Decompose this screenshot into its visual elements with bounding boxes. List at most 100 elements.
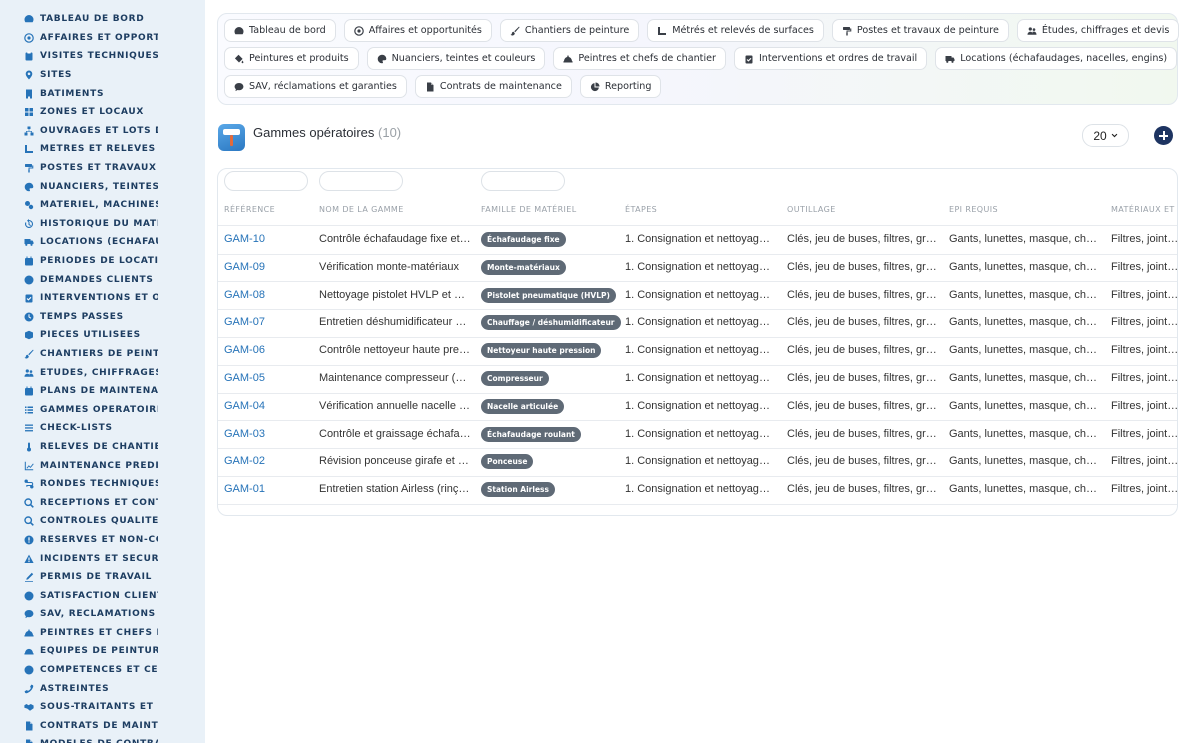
column-header[interactable]: OUTILLAGE [787,205,836,214]
clipboard-icon [24,51,34,61]
sidebar-item[interactable]: RONDES TECHNIQUES [0,475,205,494]
sidebar-item[interactable]: RÉSERVES ET NON-CONF [0,531,205,550]
sidebar-item[interactable]: DEMANDES CLIENTS ET I [0,270,205,289]
sidebar-item[interactable]: SITES [0,66,205,85]
sidebar-item[interactable]: VISITES TECHNIQUES ET [0,47,205,66]
family-badge: Nettoyeur haute pression [481,343,602,359]
table-cell: Entretien déshumidificateur d… [319,316,471,329]
sidebar-item-label: ASTREINTES [40,683,110,694]
sidebar-item[interactable]: SAV, RÉCLAMATIONS ET G [0,605,205,624]
sidebar-item[interactable]: OUVRAGES ET LOTS DE T [0,122,205,141]
module-tab[interactable]: Peintres et chefs de chantier [553,47,726,70]
column-header[interactable]: RÉFÉRENCE [224,205,275,214]
reference-link[interactable]: GAM-02 [224,455,304,467]
sidebar-item[interactable]: CHANTIERS DE PEINTURI [0,345,205,364]
sidebar-item[interactable]: CONTRATS DE MAINTENA [0,717,205,736]
module-tab[interactable]: Peintures et produits [224,47,359,70]
module-tab[interactable]: Interventions et ordres de travail [733,47,928,70]
sidebar-item[interactable]: PLANS DE MAINTENANCE [0,382,205,401]
table-row[interactable]: GAM-01 Entretien station Airless (rinça… S… [218,476,1177,504]
module-tab[interactable]: SAV, réclamations et garanties [224,75,407,98]
reference-link[interactable]: GAM-09 [224,261,304,273]
table-row[interactable]: GAM-04 Vérification annuelle nacelle … Nac… [218,393,1177,421]
sidebar-item[interactable]: PERMIS DE TRAVAIL [0,568,205,587]
table-cell: Filtres, joints, b [1111,455,1178,468]
sidebar-item[interactable]: MÉTRÉS ET RELEVÉS DE [0,140,205,159]
sidebar-item[interactable]: AFFAIRES ET OPPORTUNITÉS [0,29,205,48]
sidebar-item[interactable]: PIÈCES UTILISÉES [0,326,205,345]
reference-link[interactable]: GAM-05 [224,372,304,384]
reference-link[interactable]: GAM-10 [224,233,304,245]
module-tab-label: Chantiers de peinture [524,25,630,36]
sidebar-item[interactable]: INCIDENTS ET SÉCURITÉ [0,549,205,568]
sidebar-item[interactable]: ÉQUIPES DE PEINTURE [0,642,205,661]
reference-link[interactable]: GAM-08 [224,289,304,301]
filter-reference-input[interactable] [224,171,308,191]
add-record-button[interactable] [1154,126,1173,145]
table-row[interactable]: GAM-02 Révision ponceuse girafe et a… Ponc… [218,448,1178,476]
sidebar-item[interactable]: CONTRÔLES QUALITÉ ET [0,512,205,531]
module-tab[interactable]: Reporting [579,75,662,98]
table-cell: Gants, lunettes, masque, cha… [949,260,1101,273]
reference-link[interactable]: GAM-03 [224,428,304,440]
module-tab[interactable]: Affaires et opportunités [343,19,492,42]
module-tab[interactable]: Métrés et relevés de surfaces [647,19,824,42]
column-header[interactable]: NOM DE LA GAMME [319,205,404,214]
sidebar-item[interactable]: ZONES ET LOCAUX [0,103,205,122]
module-tab[interactable]: Postes et travaux de peinture [831,19,1009,42]
sidebar-item[interactable]: INTERVENTIONS ET ORDI [0,289,205,308]
module-tab[interactable]: Nuanciers, teintes et couleurs [366,47,546,70]
table-row[interactable]: GAM-03 Contrôle et graissage échafa… Échaf… [218,421,1177,449]
sidebar-item[interactable]: SATISFACTION CLIENT [0,586,205,605]
column-header[interactable]: EPI REQUIS [949,205,998,214]
sidebar-item[interactable]: SOUS-TRAITANTS ET FOU [0,698,205,717]
table-row[interactable]: GAM-05 Maintenance compresseur (vi… Compre… [218,365,1177,393]
sidebar-item[interactable]: BÂTIMENTS [0,84,205,103]
page-size-select[interactable]: 20 [1082,124,1129,147]
sidebar-item[interactable]: ÉTUDES, CHIFFRAGES ET [0,363,205,382]
sidebar-item[interactable]: HISTORIQUE DU MATÉRIEL [0,215,205,234]
module-tab[interactable]: Études, chiffrages et devis [1016,19,1180,42]
target-icon [353,25,364,36]
document-icon [24,739,34,743]
table-row[interactable]: GAM-07 Entretien déshumidificateur d… Chau… [218,309,1177,337]
sidebar-item[interactable]: POSTES ET TRAVAUX DE [0,159,205,178]
column-header[interactable]: ÉTAPES [625,205,657,214]
table-row[interactable]: GAM-09 Vérification monte-matériaux Monte-… [218,254,1177,282]
table-row[interactable]: GAM-10 Contrôle échafaudage fixe et … Écha… [218,226,1177,254]
sidebar-item[interactable]: TEMPS PASSÉS [0,308,205,327]
sidebar-item[interactable]: MODÈLES DE CONTRATS [0,735,205,743]
table-cell: 1. Consignation et nettoyage\… [625,483,775,496]
module-tab[interactable]: Chantiers de peinture [499,19,640,42]
module-tab[interactable]: Contrats de maintenance [414,75,572,98]
sidebar-item[interactable]: TABLEAU DE BORD [0,10,205,29]
sidebar-item[interactable]: CHECK-LISTS [0,419,205,438]
family-badge: Monte-matériaux [481,259,566,275]
module-tab[interactable]: Tableau de bord [224,19,336,42]
sidebar-item[interactable]: GAMMES OPÉRATOIRES [0,400,205,419]
column-header[interactable]: MATÉRIAUX ET C [1111,205,1177,214]
filter-name-input[interactable] [319,171,403,191]
reference-link[interactable]: GAM-07 [224,316,304,328]
module-tab[interactable]: Locations (échafaudages, nacelles, engin… [935,47,1178,70]
sidebar-item[interactable]: NUANCIERS, TEINTES ET [0,177,205,196]
table-row[interactable]: GAM-06 Contrôle nettoyeur haute pres… Nett… [218,337,1177,365]
page-header: Gammes opératoires (10) 20 [217,124,1178,152]
sidebar-item[interactable]: COMPÉTENCES ET CERTI [0,661,205,680]
sidebar-item[interactable]: MAINTENANCE PRÉDICTIVE [0,456,205,475]
table-row[interactable]: GAM-08 Nettoyage pistolet HVLP et b… Pisto… [218,282,1177,310]
column-header[interactable]: FAMILLE DE MATÉRIEL [481,205,577,214]
reference-link[interactable]: GAM-01 [224,483,304,495]
sidebar-item[interactable]: PÉRIODES DE LOCATION [0,252,205,271]
sidebar-item[interactable]: ASTREINTES [0,679,205,698]
sidebar-item[interactable]: LOCATIONS (ÉCHAFAUDA [0,233,205,252]
sidebar-item[interactable]: PEINTRES ET CHEFS DE C [0,624,205,643]
magnifier-icon [24,516,34,527]
reference-link[interactable]: GAM-04 [224,400,304,412]
reference-link[interactable]: GAM-06 [224,344,304,356]
sidebar-item[interactable]: RELEVÉS DE CHANTIER [0,438,205,457]
dashboard-icon [234,26,244,36]
sidebar-item[interactable]: MATÉRIEL, MACHINES ET [0,196,205,215]
sidebar-item[interactable]: RÉCEPTIONS ET CONTRÔ [0,493,205,512]
filter-family-input[interactable] [481,171,565,191]
